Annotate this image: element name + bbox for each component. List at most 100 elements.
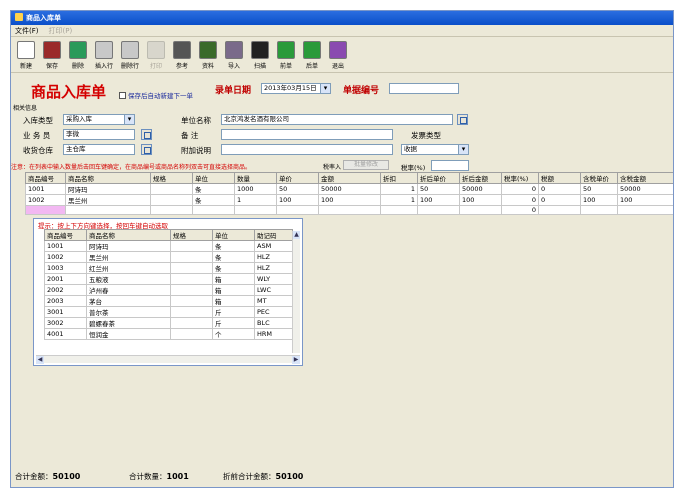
clerk-lookup-button[interactable] <box>141 129 152 140</box>
auto-new-checkbox[interactable] <box>119 92 126 99</box>
grid-cell[interactable] <box>380 205 418 215</box>
company-input[interactable]: 北京鸿发名酒有限公司 <box>221 114 453 125</box>
grid-cell[interactable]: 条 <box>192 194 235 206</box>
toolbar-button-9[interactable]: 扫描 <box>247 41 273 70</box>
grid-cell[interactable] <box>150 194 193 206</box>
toolbar-button-5[interactable]: 打印 <box>143 41 169 70</box>
grid-cell[interactable]: 50 <box>580 183 618 195</box>
table-row[interactable]: 1001 阿诗玛条 1000 50 50000 1 50 50000 0 0 50 50000 <box>25 183 673 195</box>
list-item[interactable]: 1001 阿诗玛 条 ASM <box>44 240 293 252</box>
picker-cell[interactable]: 五粮液 <box>86 273 171 285</box>
picker-cell[interactable]: LWC <box>254 284 293 296</box>
grid-cell[interactable]: 100 <box>318 194 381 206</box>
picker-cell[interactable]: 3002 <box>44 317 87 329</box>
extra-input[interactable] <box>221 144 393 155</box>
toolbar-button-6[interactable]: 参考 <box>169 41 195 70</box>
menu-print[interactable]: 打印(P) <box>49 27 73 35</box>
grid-header[interactable]: 含税单价 <box>580 172 618 184</box>
picker-cell[interactable]: 2002 <box>44 284 87 296</box>
grid-cell[interactable]: 100 <box>580 194 618 206</box>
picker-cell[interactable] <box>170 251 213 263</box>
picker-cell[interactable]: PEC <box>254 306 293 318</box>
grid-cell[interactable]: 0 <box>538 194 581 206</box>
warehouse-lookup-button[interactable] <box>141 144 152 155</box>
menu-file[interactable]: 文件(F) <box>15 27 39 35</box>
invoice-select[interactable]: 收据 <box>401 144 469 155</box>
grid-header[interactable]: 金额 <box>318 172 381 184</box>
list-item[interactable]: 1003 红兰州 条 HLZ <box>44 262 293 274</box>
grid-cell[interactable] <box>25 205 66 215</box>
toolbar-button-11[interactable]: 后单 <box>299 41 325 70</box>
batch-modify-button[interactable]: 批量修改 <box>343 160 389 170</box>
grid-cell[interactable] <box>538 205 581 215</box>
grid-cell[interactable]: 0 <box>501 194 539 206</box>
grid-header[interactable]: 含税金额 <box>617 172 673 184</box>
auto-new-option[interactable]: 保存后自动新建下一单 <box>119 90 193 100</box>
toolbar-button-8[interactable]: 导入 <box>221 41 247 70</box>
list-item[interactable]: 2003 茅台 箱 MT <box>44 295 293 307</box>
picker-header[interactable]: 商品名称 <box>86 229 171 241</box>
warehouse-input[interactable]: 主仓库 <box>63 144 135 155</box>
grid-cell[interactable]: 黑兰州 <box>65 194 151 206</box>
picker-cell[interactable]: 1003 <box>44 262 87 274</box>
grid-cell[interactable]: 100 <box>459 194 502 206</box>
type-select[interactable]: 采购入库 <box>63 114 135 125</box>
grid-cell[interactable] <box>318 205 381 215</box>
toolbar-button-7[interactable]: 资料 <box>195 41 221 70</box>
grid-cell[interactable] <box>65 205 151 215</box>
picker-cell[interactable]: 3001 <box>44 306 87 318</box>
list-item[interactable]: 2001 五粮液 箱 WLY <box>44 273 293 285</box>
picker-cell[interactable]: 箱 <box>212 284 255 296</box>
toolbar-button-2[interactable]: 删除 <box>65 41 91 70</box>
picker-cell[interactable]: WLY <box>254 273 293 285</box>
picker-cell[interactable]: 阿诗玛 <box>86 240 171 252</box>
picker-cell[interactable]: 1001 <box>44 240 87 252</box>
picker-cell[interactable]: MT <box>254 295 293 307</box>
grid-cell[interactable] <box>617 205 673 215</box>
grid-header[interactable]: 税率(%) <box>501 172 539 184</box>
picker-cell[interactable]: 条 <box>212 262 255 274</box>
picker-cell[interactable]: 条 <box>212 251 255 263</box>
list-item[interactable]: 3002 碧螺春茶 斤 BLC <box>44 317 293 329</box>
picker-cell[interactable]: 恒润金 <box>86 328 171 340</box>
list-item[interactable]: 3001 普尔茶 斤 PEC <box>44 306 293 318</box>
grid-cell[interactable]: 1002 <box>25 194 66 206</box>
grid-cell[interactable]: 1 <box>380 183 418 195</box>
grid-cell[interactable]: 0 <box>538 183 581 195</box>
grid-cell[interactable]: 条 <box>192 183 235 195</box>
grid-header[interactable]: 商品编号 <box>25 172 66 184</box>
grid-cell[interactable]: 100 <box>417 194 460 206</box>
picker-header[interactable]: 助记码 <box>254 229 293 241</box>
picker-cell[interactable]: 斤 <box>212 306 255 318</box>
grid-header[interactable]: 商品名称 <box>65 172 151 184</box>
grid-cell[interactable] <box>192 205 235 215</box>
grid-header[interactable]: 规格 <box>150 172 193 184</box>
toolbar-button-3[interactable]: 插入行 <box>91 41 117 70</box>
picker-horizontal-scrollbar[interactable]: ◀ ▶ <box>36 355 300 364</box>
table-row[interactable]: 1002 黑兰州条 1 100 100 1 100 100 0 0 100 100 <box>25 194 673 206</box>
picker-cell[interactable]: 茅台 <box>86 295 171 307</box>
picker-cell[interactable]: 泸州春 <box>86 284 171 296</box>
toolbar-button-0[interactable]: 新建 <box>13 41 39 70</box>
picker-cell[interactable]: 斤 <box>212 317 255 329</box>
grid-header[interactable]: 折扣 <box>380 172 418 184</box>
picker-cell[interactable]: HLZ <box>254 262 293 274</box>
grid-cell[interactable]: 50000 <box>617 183 673 195</box>
grid-cell[interactable] <box>417 205 460 215</box>
date-picker[interactable]: 2013年03月15日 <box>261 83 331 94</box>
picker-cell[interactable] <box>170 273 213 285</box>
toolbar-button-1[interactable]: 保存 <box>39 41 65 70</box>
grid-header[interactable]: 数量 <box>234 172 277 184</box>
grid-cell[interactable] <box>580 205 618 215</box>
grid-cell[interactable]: 50000 <box>318 183 381 195</box>
grid-header[interactable]: 单位 <box>192 172 235 184</box>
picker-cell[interactable]: 红兰州 <box>86 262 171 274</box>
grid-cell[interactable]: 1001 <box>25 183 66 195</box>
picker-vertical-scrollbar[interactable]: ▲ <box>292 231 300 353</box>
grid-cell[interactable] <box>150 205 193 215</box>
grid-cell[interactable]: 50 <box>417 183 460 195</box>
grid-cell[interactable] <box>150 183 193 195</box>
grid-header[interactable]: 折后金额 <box>459 172 502 184</box>
grid-cell[interactable]: 50000 <box>459 183 502 195</box>
toolbar-button-12[interactable]: 退出 <box>325 41 351 70</box>
